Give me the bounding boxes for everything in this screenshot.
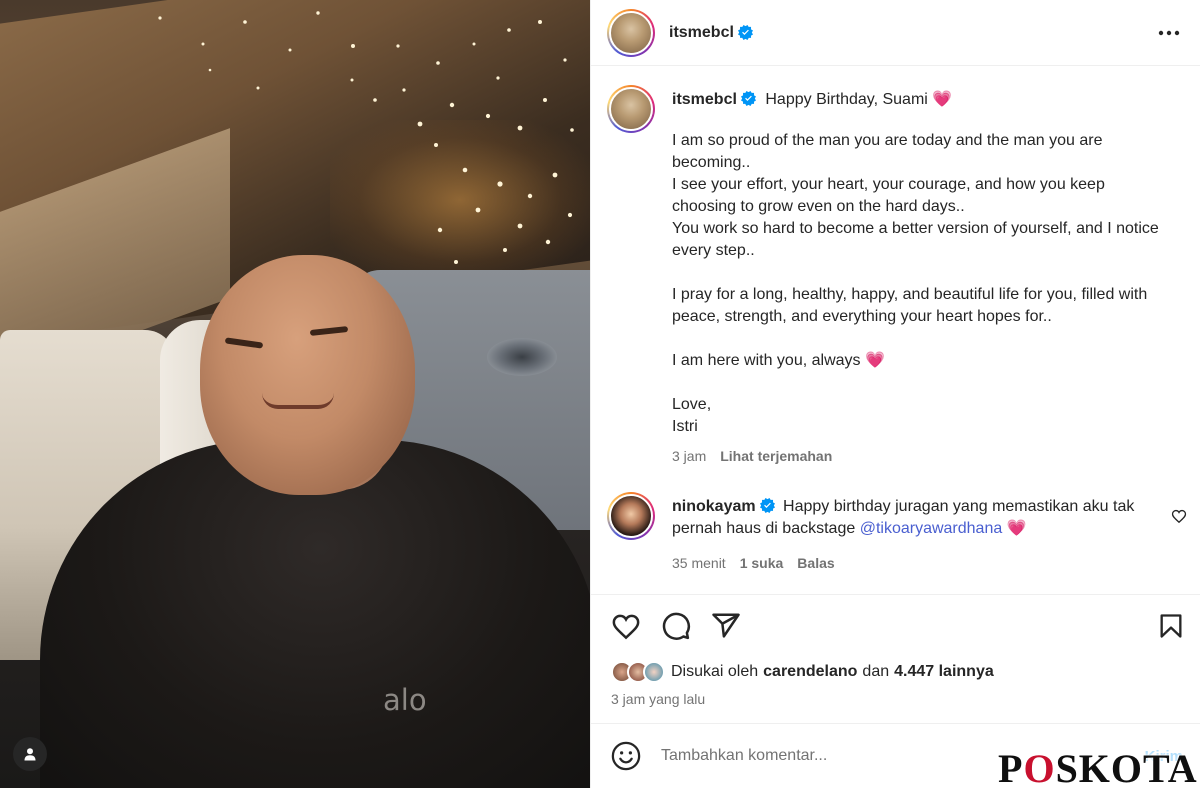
commenter-avatar[interactable]: [607, 492, 655, 540]
comment-icon[interactable]: [661, 611, 691, 641]
caption-username[interactable]: itsmebcl: [672, 91, 737, 108]
author-username[interactable]: itsmebcl: [669, 24, 734, 42]
post-photo[interactable]: alo: [0, 0, 590, 788]
commenter-username[interactable]: ninokayam: [672, 498, 756, 515]
heart-emoji: 💗: [932, 91, 953, 108]
action-bar: Disukai oleh carendelano dan 4.447 lainn…: [591, 594, 1200, 723]
mention-link[interactable]: @tikoaryawardhana: [860, 520, 1003, 537]
caption-text: I am so proud of the man you are today a…: [672, 132, 1159, 435]
verified-icon: [740, 91, 756, 106]
likes-prefix: Disukai oleh: [671, 663, 759, 680]
likes-others[interactable]: 4.447 lainnya: [894, 663, 994, 681]
reading-light: [487, 338, 557, 376]
caption-time[interactable]: 3 jam: [672, 448, 706, 464]
caption-title: Happy Birthday, Suami: [765, 91, 928, 108]
likes-conj: dan: [862, 663, 890, 680]
caption-author-avatar[interactable]: [607, 85, 655, 133]
post-sidebar: itsmebcl itsmebcl Happy Birthday, Suami …: [590, 0, 1200, 788]
comment-item: ninokayam Happy birthday juragan yang me…: [607, 492, 1187, 574]
heart-icon[interactable]: [611, 611, 641, 641]
more-icon: [1158, 30, 1180, 35]
caption: itsmebcl Happy Birthday, Suami 💗 I am so…: [607, 85, 1187, 464]
author-avatar[interactable]: [607, 8, 655, 57]
tag-user-button[interactable]: [13, 737, 47, 771]
heart-emoji: 💗: [1006, 520, 1027, 537]
post-header: itsmebcl: [591, 0, 1200, 66]
smile: [262, 393, 334, 409]
face: [200, 255, 415, 495]
verified-icon: [759, 498, 775, 513]
comment-likes[interactable]: 1 suka: [740, 552, 784, 574]
verified-icon: [737, 25, 753, 40]
tag-user-icon: [24, 748, 36, 761]
shirt-logo: alo: [383, 683, 427, 717]
likes-summary: Disukai oleh carendelano dan 4.447 lainn…: [611, 661, 994, 683]
share-icon[interactable]: [711, 611, 741, 641]
translate-link[interactable]: Lihat terjemahan: [720, 448, 832, 464]
poskota-watermark: POSKOTA: [998, 746, 1198, 788]
comments-list[interactable]: itsmebcl Happy Birthday, Suami 💗 I am so…: [591, 67, 1200, 594]
emoji-icon[interactable]: [611, 741, 641, 771]
reply-button[interactable]: Balas: [797, 552, 834, 574]
post-timestamp[interactable]: 3 jam yang lalu: [611, 691, 705, 707]
more-options-button[interactable]: [1154, 21, 1184, 45]
save-icon[interactable]: [1157, 611, 1185, 641]
liker-avatars[interactable]: [611, 661, 665, 683]
heart-icon[interactable]: [1171, 508, 1187, 524]
comment-time[interactable]: 35 menit: [672, 552, 726, 574]
first-liker[interactable]: carendelano: [763, 663, 857, 681]
